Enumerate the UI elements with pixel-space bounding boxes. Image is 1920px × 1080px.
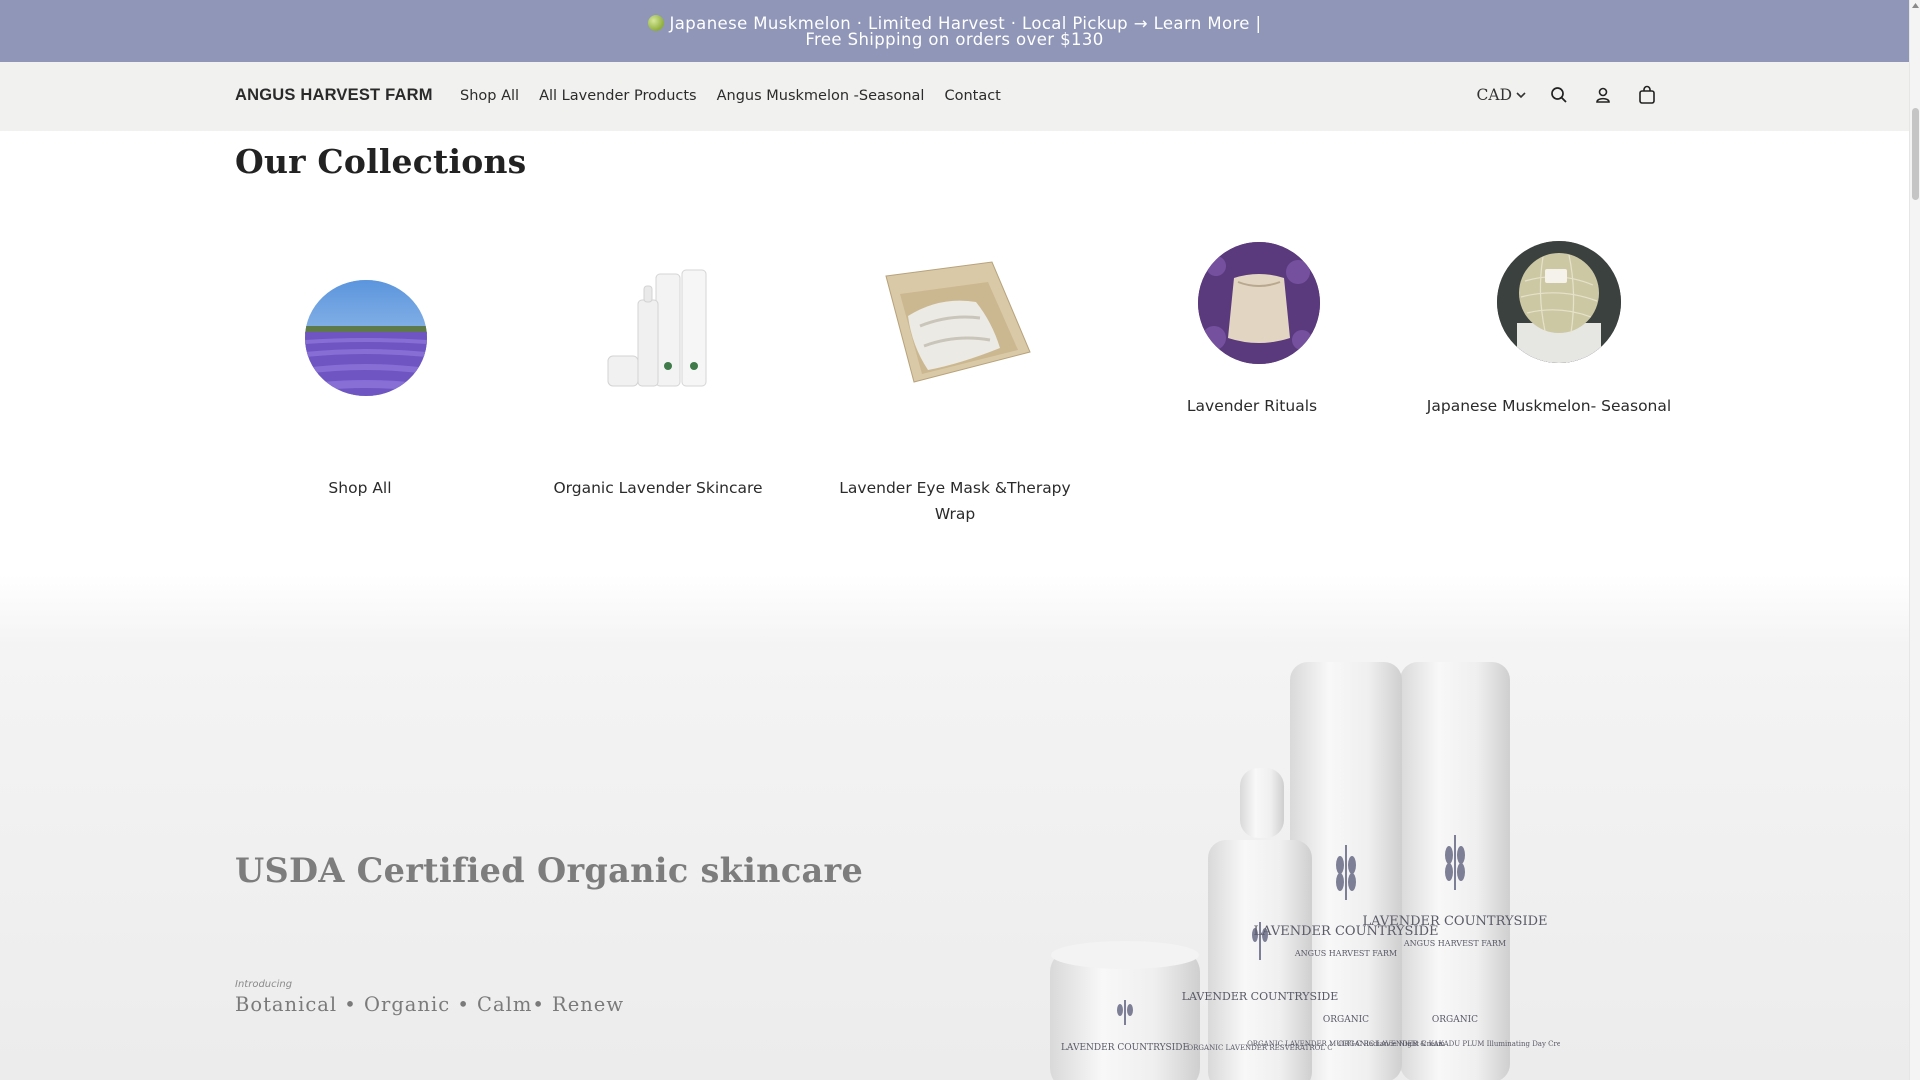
hero-intro: Introducing <box>235 979 293 990</box>
nav-contact[interactable]: Contact <box>944 88 1000 104</box>
collection-label: Organic Lavender Skincare <box>553 479 763 497</box>
collections-title: Our Collections <box>235 142 527 181</box>
page-scrollbar[interactable] <box>1909 0 1920 1080</box>
product-farm-label: ANGUS HARVEST FARM <box>1294 949 1397 958</box>
skincare-products-image: LAVENDER COUNTRYSIDE LAVENDER COUNTRYSID… <box>1050 662 1560 1080</box>
site-header: ANGUS HARVEST FARM Shop All All Lavender… <box>0 62 1909 131</box>
collection-label: Lavender Rituals <box>1186 397 1318 415</box>
search-button[interactable] <box>1547 82 1571 108</box>
search-icon <box>1551 87 1567 103</box>
collection-label: Lavender Eye Mask &Therapy Wrap <box>839 479 1071 523</box>
product-farm-label: ANGUS HARVEST FARM <box>1403 939 1506 948</box>
nav-angus-muskmelon[interactable]: Angus Muskmelon -Seasonal <box>717 88 925 104</box>
lavender-field-image <box>305 280 427 396</box>
eye-mask-box-image <box>885 261 1031 383</box>
cart-button[interactable] <box>1635 82 1659 108</box>
collection-card-japanese-muskmelon[interactable]: Japanese Muskmelon- Seasonal <box>1424 230 1674 450</box>
account-button[interactable] <box>1591 82 1615 108</box>
collection-label: Japanese Muskmelon- Seasonal <box>1426 397 1672 415</box>
nav-all-lavender-products[interactable]: All Lavender Products <box>539 88 697 104</box>
hero-subtitle: Botanical • Organic • Calm• Renew <box>235 993 625 1016</box>
collection-card-lavender-eye-mask[interactable]: Lavender Eye Mask &Therapy Wrap <box>830 230 1080 530</box>
account-icon <box>1596 87 1610 103</box>
collection-card-lavender-rituals[interactable]: Lavender Rituals <box>1127 230 1377 430</box>
cart-icon <box>1639 85 1655 104</box>
currency-label: CAD <box>1476 86 1512 104</box>
announcement-bar[interactable]: Japanese Muskmelon · Limited Harvest · L… <box>0 0 1909 62</box>
nav-shop-all[interactable]: Shop All <box>460 88 519 104</box>
product-brand-label: LAVENDER COUNTRYSIDE <box>1363 914 1548 929</box>
announcement-text: Japanese Muskmelon · Limited Harvest · L… <box>669 13 1262 49</box>
product-brand-label: LAVENDER COUNTRYSIDE <box>1182 990 1339 1003</box>
muskmelon-icon <box>647 14 664 31</box>
collection-label: Shop All <box>328 479 392 497</box>
lavender-sachet-image <box>1198 242 1320 364</box>
product-organic-label: ORGANIC <box>1323 1015 1369 1025</box>
collection-card-shop-all[interactable]: Shop All <box>235 230 485 510</box>
product-name-label: ORGANIC LAVENDER & KAKADU PLUM Illuminat… <box>1338 1040 1560 1048</box>
product-organic-label: ORGANIC <box>1432 1015 1478 1025</box>
collection-card-organic-lavender-skincare[interactable]: Organic Lavender Skincare <box>533 230 783 510</box>
muskmelon-image <box>1497 241 1621 363</box>
scrollbar-thumb[interactable] <box>1912 108 1919 200</box>
chevron-down-icon <box>1516 92 1526 99</box>
main-nav: Shop All All Lavender Products Angus Mus… <box>460 88 1001 104</box>
currency-selector[interactable]: CAD <box>1477 86 1527 104</box>
skincare-bottles-image <box>607 269 707 387</box>
header-actions: CAD <box>1477 82 1659 108</box>
product-brand-label: LAVENDER COUNTRYSIDE <box>1061 1043 1189 1053</box>
hero-title: USDA Certified Organic skincare <box>235 851 864 890</box>
scroll-up-arrow-icon[interactable] <box>1912 2 1919 9</box>
brand-logo[interactable]: ANGUS HARVEST FARM <box>235 86 433 105</box>
